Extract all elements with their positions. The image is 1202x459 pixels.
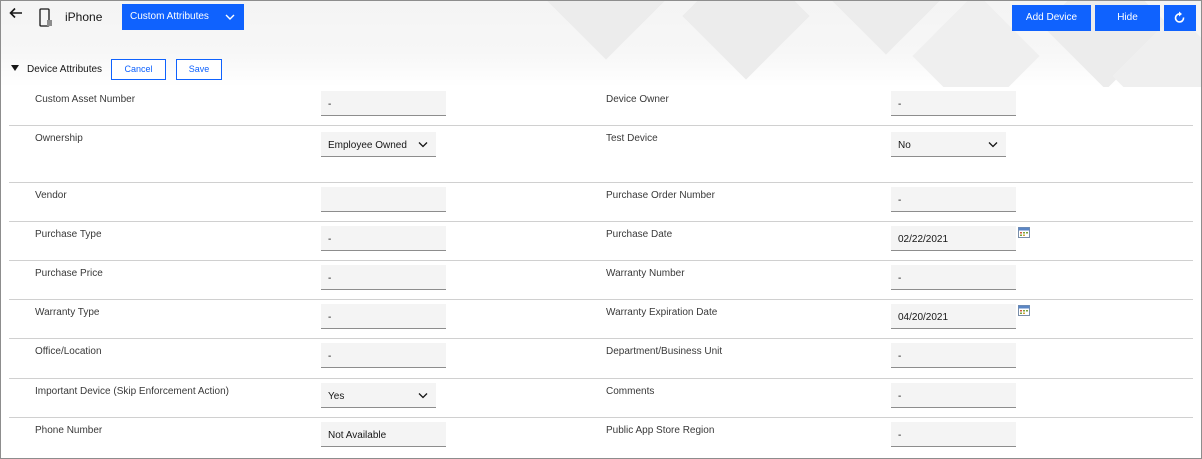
comments-input[interactable]: - (891, 383, 1016, 408)
purchase-price-input[interactable]: - (321, 265, 446, 290)
test-device-label: Test Device (606, 133, 658, 144)
office-location-label: Office/Location (35, 346, 102, 357)
vendor-input[interactable] (321, 187, 446, 212)
attribute-row: Office/Location - Department/Business Unit… (9, 338, 1193, 379)
warranty-type-value: - (328, 312, 332, 323)
purchase-type-label: Purchase Type (35, 229, 102, 240)
add-device-button[interactable]: Add Device (1012, 5, 1091, 31)
back-arrow-icon[interactable] (8, 5, 24, 21)
device-owner-label: Device Owner (606, 94, 669, 105)
view-select-dropdown[interactable]: Custom Attributes (122, 4, 244, 30)
chevron-down-icon (225, 14, 235, 20)
custom-asset-number-input[interactable]: - (321, 91, 446, 116)
warranty-expiration-date-label: Warranty Expiration Date (606, 307, 718, 318)
mobile-device-icon (39, 8, 53, 28)
comments-value: - (898, 391, 902, 402)
comments-label: Comments (606, 386, 655, 397)
attribute-row: Custom Asset Number - Device Owner - (9, 86, 1193, 126)
refresh-button[interactable] (1164, 5, 1196, 31)
warranty-number-value: - (898, 273, 902, 284)
warranty-number-label: Warranty Number (606, 268, 685, 279)
attribute-row: Purchase Type - Purchase Date 02/22/2021 (9, 221, 1193, 261)
phone-number-input[interactable]: Not Available (321, 422, 446, 447)
attribute-row: Phone Number Not Available Public App Stor… (9, 417, 1193, 458)
cancel-button[interactable]: Cancel (111, 59, 166, 80)
purchase-date-date-input[interactable]: 02/22/2021 (891, 226, 1016, 251)
office-location-value: - (328, 351, 332, 362)
purchase-order-number-label: Purchase Order Number (606, 190, 715, 201)
attribute-row: Important Device (Skip Enforcement Actio… (9, 378, 1193, 418)
department-business-unit-input[interactable]: - (891, 343, 1016, 368)
attribute-row: Purchase Price - Warranty Number - (9, 260, 1193, 300)
important-device-skip-enforcement-action-label: Important Device (Skip Enforcement Actio… (35, 386, 229, 397)
warranty-type-label: Warranty Type (35, 307, 100, 318)
chevron-down-icon (418, 393, 428, 399)
warranty-expiration-date-date-input[interactable]: 04/20/2021 (891, 304, 1016, 329)
section-title: Device Attributes (27, 64, 103, 75)
custom-asset-number-value: - (328, 99, 332, 110)
refresh-icon (1174, 11, 1185, 23)
test-device-select[interactable]: No (891, 132, 1006, 157)
important-device-skip-enforcement-action-select[interactable]: Yes (321, 383, 436, 408)
warranty-type-input[interactable]: - (321, 304, 446, 329)
hide-button[interactable]: Hide (1095, 5, 1160, 31)
calendar-icon[interactable] (1018, 305, 1030, 316)
custom-asset-number-label: Custom Asset Number (35, 94, 136, 105)
purchase-order-number-value: - (898, 195, 902, 206)
department-business-unit-label: Department/Business Unit (606, 346, 723, 357)
ownership-select[interactable]: Employee Owned (321, 132, 436, 157)
device-details-panel: iPhone Custom Attributes Add Device Hide… (0, 0, 1202, 459)
vendor-label: Vendor (35, 190, 67, 201)
device-name: iPhone (65, 10, 103, 24)
chevron-down-icon (418, 142, 428, 148)
public-app-store-region-value: - (898, 430, 902, 441)
calendar-icon[interactable] (1018, 227, 1030, 238)
ownership-value: Employee Owned (328, 140, 407, 151)
attribute-row: Vendor Purchase Order Number - (9, 182, 1193, 222)
attribute-row: Ownership Employee Owned Test Device No (9, 125, 1193, 183)
office-location-input[interactable]: - (321, 343, 446, 368)
important-device-skip-enforcement-action-value: Yes (328, 391, 345, 402)
warranty-number-input[interactable]: - (891, 265, 1016, 290)
phone-number-label: Phone Number (35, 425, 103, 436)
chevron-down-icon (988, 142, 998, 148)
device-owner-input[interactable]: - (891, 91, 1016, 116)
department-business-unit-value: - (898, 351, 902, 362)
purchase-type-input[interactable]: - (321, 226, 446, 251)
public-app-store-region-input[interactable]: - (891, 422, 1016, 447)
view-select-label: Custom Attributes (130, 11, 209, 22)
caret-down-icon[interactable] (11, 65, 19, 71)
phone-number-value: Not Available (328, 430, 387, 441)
purchase-price-label: Purchase Price (35, 268, 103, 279)
warranty-expiration-date-value: 04/20/2021 (898, 312, 949, 323)
device-owner-value: - (898, 99, 902, 110)
public-app-store-region-label: Public App Store Region (606, 425, 715, 436)
purchase-date-label: Purchase Date (606, 229, 673, 240)
purchase-price-value: - (328, 273, 332, 284)
purchase-date-value: 02/22/2021 (898, 234, 949, 245)
ownership-label: Ownership (35, 133, 83, 144)
attribute-row: Warranty Type - Warranty Expiration Date 04… (9, 299, 1193, 339)
test-device-value: No (898, 140, 911, 151)
purchase-type-value: - (328, 234, 332, 245)
purchase-order-number-input[interactable]: - (891, 187, 1016, 212)
save-button[interactable]: Save (176, 59, 222, 80)
